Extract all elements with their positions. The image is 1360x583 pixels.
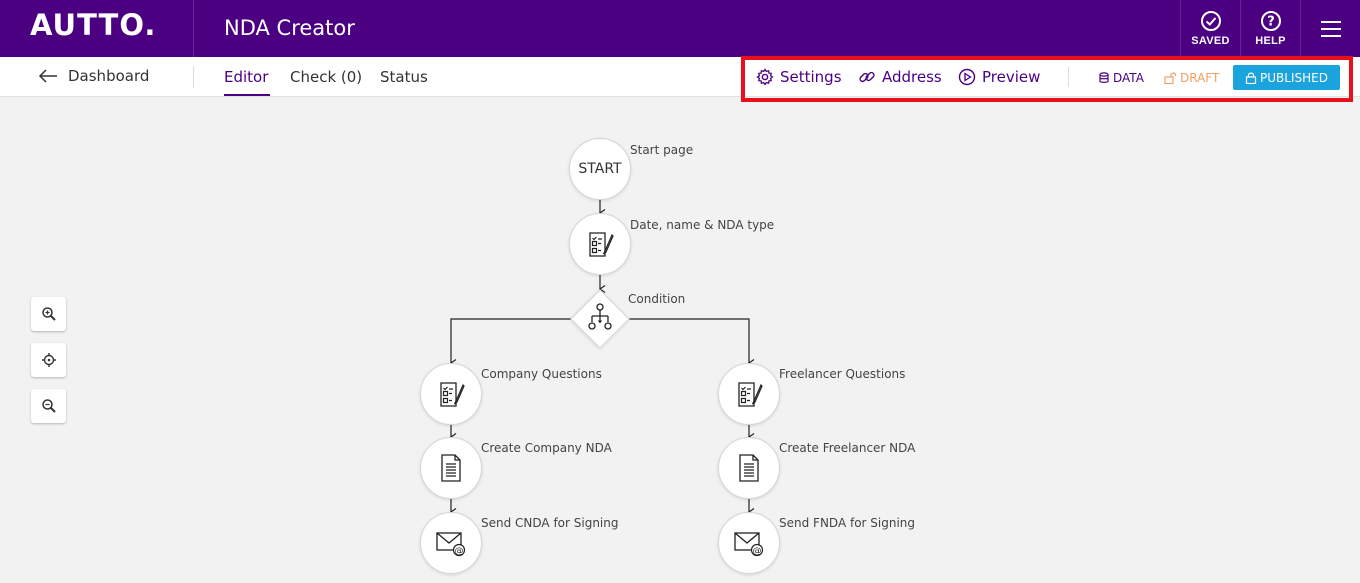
flow-node-freelancer-questions[interactable] — [718, 363, 780, 425]
form-icon — [589, 232, 614, 257]
node-label-create-freelancer-nda: Create Freelancer NDA — [779, 441, 916, 455]
flow-node-send-fnda[interactable]: @ — [718, 512, 780, 574]
form-icon — [738, 382, 763, 407]
node-label-create-company-nda: Create Company NDA — [481, 441, 612, 455]
flow-node-create-freelancer-nda[interactable] — [718, 437, 780, 499]
email-icon: @ — [734, 532, 764, 557]
document-icon — [441, 454, 461, 482]
flow-node-company-questions[interactable] — [420, 363, 482, 425]
flow-node-start[interactable]: START — [569, 138, 631, 200]
node-label-date-name-type: Date, name & NDA type — [630, 218, 775, 232]
flow-node-create-company-nda[interactable] — [420, 437, 482, 499]
node-label-send-cnda: Send CNDA for Signing — [481, 516, 619, 530]
flow-node-send-cnda[interactable]: @ — [420, 512, 482, 574]
flow-node-date-name-type[interactable] — [569, 213, 631, 275]
email-icon: @ — [436, 532, 466, 557]
branch-icon — [588, 303, 612, 330]
node-label-send-fnda: Send FNDA for Signing — [779, 516, 916, 530]
node-label-start: Start page — [630, 143, 694, 157]
document-icon — [739, 454, 759, 482]
start-text: START — [578, 161, 622, 177]
svg-text:@: @ — [753, 547, 762, 557]
node-label-freelancer-questions: Freelancer Questions — [779, 367, 906, 381]
form-icon — [440, 382, 465, 407]
svg-text:@: @ — [455, 547, 464, 557]
node-label-condition: Condition — [628, 292, 686, 306]
node-label-company-questions: Company Questions — [481, 367, 602, 381]
